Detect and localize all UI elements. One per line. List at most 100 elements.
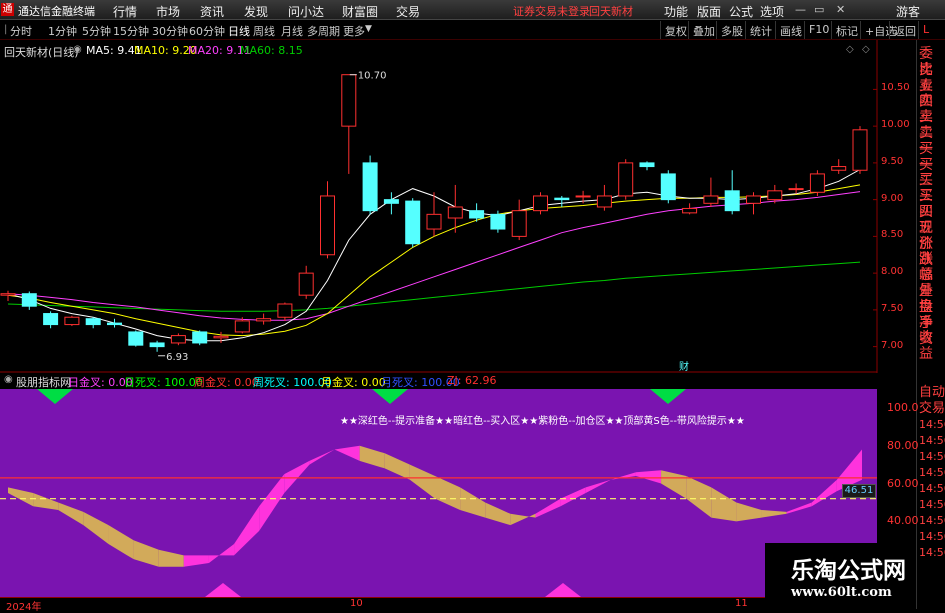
candle-body — [21, 293, 37, 307]
side-panel-lower-item: 14:56 — [919, 450, 945, 463]
time-label-2024: 2024年 — [6, 602, 42, 613]
period-weekly[interactable]: 周线 — [253, 23, 275, 39]
candle-body — [149, 342, 165, 348]
candle-body — [809, 173, 825, 193]
candle-body — [405, 200, 421, 245]
stock-name-header: 回天新材 — [589, 5, 633, 18]
period-60min[interactable]: 60分钟 — [189, 23, 225, 39]
indicator-name[interactable]: 股朋指标网 — [16, 374, 71, 390]
menu-formula[interactable]: 公式 — [729, 3, 753, 20]
y-tick-label: 10.00 — [881, 119, 910, 131]
restore-icon[interactable]: ▭ — [814, 3, 824, 16]
btn-overlay[interactable]: 叠加 — [688, 21, 719, 39]
menu-item-discover[interactable]: 发现 — [244, 3, 268, 20]
menu-item-trade[interactable]: 交易 — [396, 3, 420, 20]
candle-body — [383, 199, 399, 204]
app-title: 通达信金融终端 — [18, 5, 95, 18]
y-tick-label: 7.50 — [881, 302, 904, 314]
candle-body — [64, 316, 80, 326]
y-tick-label: 9.50 — [881, 155, 904, 167]
candle-body — [511, 210, 527, 237]
side-panel-lower-item: 14:56 — [919, 498, 945, 511]
candle-body — [341, 74, 357, 127]
candle-body — [213, 335, 229, 339]
period-5min[interactable]: 5分钟 — [82, 23, 111, 39]
side-panel-lower-item: 交易 — [919, 401, 945, 416]
period-1min[interactable]: 1分钟 — [48, 23, 77, 39]
menu-item-assistant[interactable]: 问小达 — [288, 3, 324, 20]
btn-back[interactable]: 返回 — [889, 21, 920, 39]
side-panel-lower-item: 自动 — [919, 385, 945, 400]
side-panel-item[interactable]: 收益 — [919, 330, 945, 362]
login-warning[interactable]: 证券交易未登录 — [513, 3, 590, 19]
period-daily[interactable]: 日线 — [228, 23, 250, 39]
candle-body — [618, 162, 634, 197]
indicator-field: 月金叉: 0.00 — [321, 376, 386, 389]
candle-body — [639, 162, 655, 168]
guest-button[interactable]: 游客 — [896, 3, 920, 20]
kline-chart[interactable]: 10.70 6.93 财 — [0, 40, 916, 373]
more-dropdown-icon[interactable]: ▼ — [365, 24, 372, 34]
candle-body — [43, 313, 59, 326]
chart-settings-icon[interactable]: ◉ — [73, 44, 82, 55]
finance-marker: 财 — [679, 360, 689, 373]
candle-body — [575, 195, 591, 198]
indicator-field: 日死叉: 100.00 — [124, 376, 203, 389]
candle-body — [128, 331, 144, 346]
period-multi[interactable]: 多周期 — [307, 23, 340, 39]
indicator-field: 周死叉: 100.00 — [253, 376, 332, 389]
btn-multistock[interactable]: 多股 — [716, 21, 747, 39]
toolbar-corner[interactable]: L — [918, 21, 933, 39]
period-15min[interactable]: 15分钟 — [113, 23, 149, 39]
chart-diamond-icon[interactable]: ◇ — [846, 44, 854, 55]
btn-f10[interactable]: F10 — [804, 21, 833, 39]
menu-item-news[interactable]: 资讯 — [200, 3, 224, 20]
side-panel-lower-item: 14:56 — [919, 466, 945, 479]
candle-body — [660, 173, 676, 201]
indicator-field: ZJ: 62.96 — [447, 374, 497, 387]
period-30min[interactable]: 30分钟 — [152, 23, 188, 39]
watermark-logo: 乐淘公式网 www.60lt.com — [765, 543, 915, 609]
chart-expand-icon[interactable]: ◇ — [862, 44, 870, 55]
btn-fuquan[interactable]: 复权 — [660, 21, 691, 39]
indicator-field: 周金叉: 0.00 — [194, 376, 259, 389]
y-tick-label: 8.50 — [881, 229, 904, 241]
candle-body — [298, 272, 314, 296]
menu-function[interactable]: 功能 — [664, 3, 688, 20]
side-panel-lower-item: 14:56 — [919, 482, 945, 495]
indicator-bar: ◉ 股朋指标网 日金叉: 0.00 日死叉: 100.00 周金叉: 0.00 周死叉… — [0, 373, 877, 389]
menu-item-market[interactable]: 行情 — [113, 3, 137, 20]
y-tick-label: 7.00 — [881, 339, 904, 351]
ma60-label: MA60: 8.15 — [240, 44, 303, 57]
indicator-settings-icon[interactable]: ◉ — [4, 374, 13, 385]
menu-layout[interactable]: 版面 — [697, 3, 721, 20]
period-more[interactable]: 更多 — [343, 23, 365, 39]
btn-stats[interactable]: 统计 — [745, 21, 776, 39]
close-icon[interactable]: ✕ — [836, 3, 845, 16]
indicator-y-tick: 60.00 — [887, 476, 919, 490]
candle-body — [682, 207, 698, 214]
candle-body — [256, 318, 272, 322]
period-fenshi[interactable]: 分时 — [10, 23, 32, 39]
btn-mark[interactable]: 标记 — [831, 21, 862, 39]
minimize-icon[interactable]: — — [795, 3, 806, 16]
candle-body — [469, 210, 485, 219]
candle-body — [234, 320, 250, 333]
menu-options[interactable]: 选项 — [760, 3, 784, 20]
y-tick-label: 9.00 — [881, 192, 904, 204]
period-monthly[interactable]: 月线 — [281, 23, 303, 39]
btn-draw[interactable]: 画线 — [775, 21, 806, 39]
period-toolbar: | 分时 1分钟 5分钟 15分钟 30分钟 60分钟 日线 周线 月线 多周期… — [0, 20, 945, 40]
menu-item-wealth[interactable]: 财富圈 — [342, 3, 378, 20]
candle-body — [767, 190, 783, 201]
candle-body — [596, 195, 612, 208]
indicator-y-tick: 100.0 — [887, 400, 919, 414]
indicator-y-tick: 80.00 — [887, 438, 919, 452]
menu-item-markets[interactable]: 市场 — [156, 3, 180, 20]
candle-body — [85, 318, 101, 326]
candle-body — [724, 190, 740, 212]
logo-url: www.60lt.com — [791, 585, 892, 600]
candle-body — [554, 197, 570, 201]
candle-body — [746, 195, 761, 204]
toolbar-handle-icon: | — [4, 24, 8, 35]
